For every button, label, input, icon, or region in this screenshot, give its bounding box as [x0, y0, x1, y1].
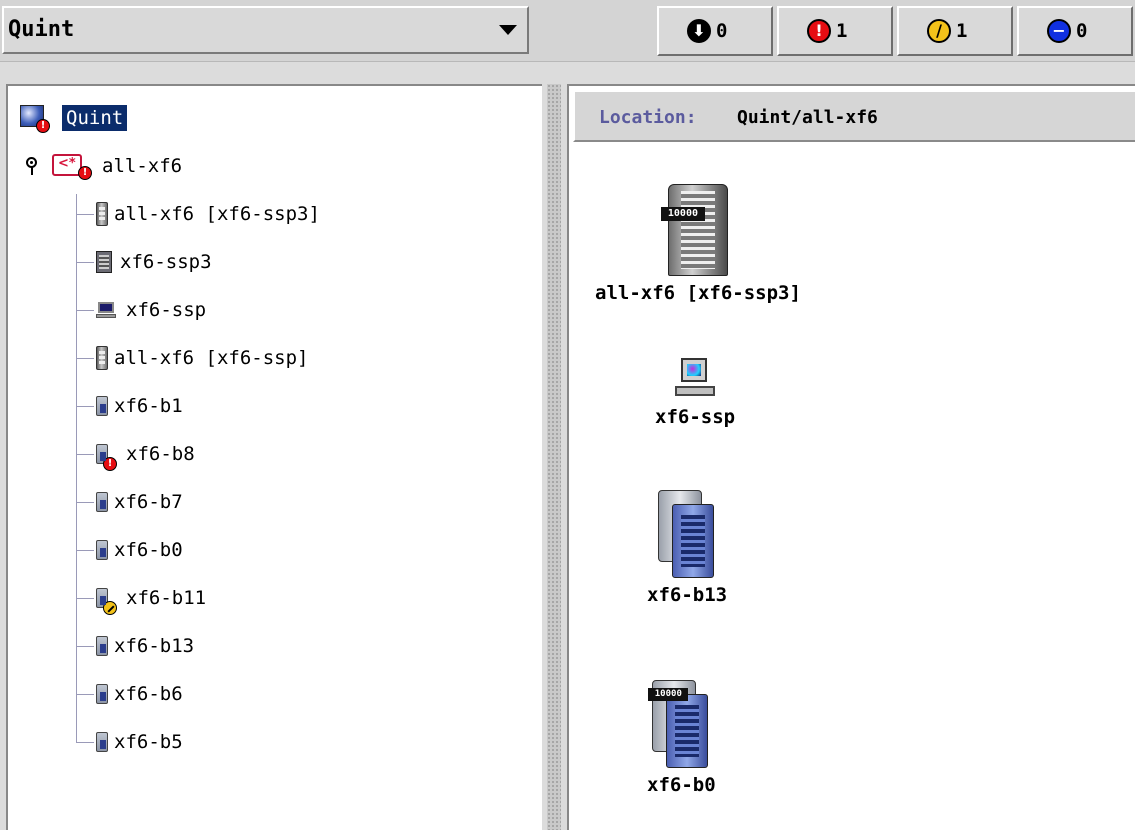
chassis-icon [96, 251, 112, 273]
tree-node-label: xf6-ssp [126, 299, 207, 321]
tree-node[interactable]: xf6-b0 [96, 532, 187, 568]
domain-selector-value: Quint [8, 17, 75, 42]
down-alarm-button[interactable]: ⬇ 0 [657, 6, 773, 56]
board-icon: ! [96, 444, 117, 471]
tree-node-label: all-xf6 [102, 155, 183, 177]
tree-node[interactable]: xf6-b1 [96, 388, 187, 424]
rack-icon: 10000 [660, 184, 728, 276]
workstation-icon [96, 302, 116, 318]
tree-node[interactable]: xf6-b6 [96, 676, 187, 712]
tree-node-label: xf6-b6 [114, 683, 183, 705]
domain-selector[interactable]: Quint [2, 6, 529, 54]
tree-node[interactable]: all-xf6 [xf6-ssp] [96, 340, 312, 376]
board-icon [96, 588, 117, 615]
location-bar: Location: Quint/all-xf6 [573, 90, 1135, 142]
board-icon [96, 492, 108, 512]
board-icon [96, 396, 108, 416]
minor-alarm-button[interactable]: − 0 [1017, 6, 1133, 56]
critical-status-icon: ! [78, 166, 92, 180]
critical-status-icon: ! [103, 457, 117, 471]
toolbar: Quint ⬇ 0 ! 1 / 1 − 0 [0, 0, 1135, 62]
major-status-icon [103, 601, 117, 615]
tree-connector [76, 262, 94, 263]
critical-alarm-count: 1 [836, 20, 848, 42]
content-item[interactable]: 10000 all-xf6 [xf6-ssp3] [595, 184, 801, 304]
tree-connector [76, 214, 94, 215]
down-arrow-icon: ⬇ [687, 19, 711, 43]
content-item[interactable]: 10000 xf6-b0 [647, 680, 716, 796]
rack-badge: 10000 [660, 207, 705, 221]
tree-node[interactable]: xf6-b5 [96, 724, 187, 760]
board-icon: 10000 [648, 680, 710, 768]
tree-connector [76, 694, 94, 695]
rack-icon [96, 202, 108, 226]
tree-connector [76, 194, 77, 742]
rack-icon [96, 346, 108, 370]
minor-alarm-count: 0 [1076, 20, 1088, 42]
board-icon [96, 684, 108, 704]
tree-connector [76, 598, 94, 599]
content-item-label: xf6-ssp [655, 406, 736, 428]
tree-node-label: Quint [62, 105, 128, 131]
content-item-label: all-xf6 [xf6-ssp3] [595, 282, 801, 304]
tree-connector [76, 742, 94, 743]
tree-node-label: xf6-ssp3 [120, 251, 212, 273]
tree-connector [76, 358, 94, 359]
tree-node[interactable]: xf6-ssp3 [96, 244, 216, 280]
pane-splitter[interactable] [547, 84, 561, 830]
minor-alarm-icon: − [1047, 19, 1071, 43]
hierarchy-tree[interactable]: ! Quint ! all-xf6 all-xf6 [xf6-ssp3] xf6… [6, 84, 542, 830]
tree-node-label: xf6-b5 [114, 731, 183, 753]
tree-node-label: xf6-b0 [114, 539, 183, 561]
major-alarm-count: 1 [956, 20, 968, 42]
major-alarm-button[interactable]: / 1 [897, 6, 1013, 56]
tree-node-group[interactable]: ! all-xf6 [26, 148, 186, 184]
tree-node-label: xf6-b1 [114, 395, 183, 417]
location-label: Location: [599, 107, 697, 128]
tree-connector [76, 454, 94, 455]
board-icon [658, 490, 716, 578]
tree-node[interactable]: all-xf6 [xf6-ssp3] [96, 196, 324, 232]
critical-alarm-button[interactable]: ! 1 [777, 6, 893, 56]
tree-connector [76, 550, 94, 551]
board-icon [96, 636, 108, 656]
tree-node-label: xf6-b8 [126, 443, 195, 465]
globe-icon: ! [18, 105, 50, 133]
workstation-icon [675, 358, 716, 400]
tree-node[interactable]: xf6-b7 [96, 484, 187, 520]
tree-node[interactable]: xf6-ssp [96, 292, 210, 328]
board-icon [96, 732, 108, 752]
board-icon [96, 540, 108, 560]
tree-node-root[interactable]: ! Quint [18, 100, 128, 136]
tree-connector [76, 646, 94, 647]
tree-node[interactable]: ! xf6-b8 [96, 436, 199, 472]
domain-icon: ! [52, 152, 92, 180]
content-item[interactable]: xf6-ssp [655, 358, 735, 428]
major-alarm-icon: / [927, 19, 951, 43]
content-item[interactable]: xf6-b13 [647, 490, 727, 606]
critical-alarm-icon: ! [807, 19, 831, 43]
tree-node[interactable]: xf6-b11 [96, 580, 210, 616]
expand-toggle-icon[interactable] [26, 157, 38, 175]
tree-node-label: all-xf6 [xf6-ssp3] [114, 203, 320, 225]
tree-node[interactable]: xf6-b13 [96, 628, 198, 664]
tree-connector [76, 310, 94, 311]
content-item-label: xf6-b13 [647, 584, 728, 606]
content-item-label: xf6-b0 [647, 774, 716, 796]
content-pane: Location: Quint/all-xf6 10000 all-xf6 [x… [567, 84, 1135, 830]
tree-connector [76, 406, 94, 407]
tree-node-label: all-xf6 [xf6-ssp] [114, 347, 309, 369]
tree-node-label: xf6-b13 [114, 635, 195, 657]
location-path: Quint/all-xf6 [737, 107, 878, 128]
tree-node-label: xf6-b11 [126, 587, 207, 609]
tree-connector [76, 502, 94, 503]
tree-node-label: xf6-b7 [114, 491, 183, 513]
critical-status-icon: ! [36, 119, 50, 133]
down-alarm-count: 0 [716, 20, 728, 42]
chevron-down-icon[interactable] [499, 25, 517, 35]
board-badge: 10000 [648, 688, 689, 701]
